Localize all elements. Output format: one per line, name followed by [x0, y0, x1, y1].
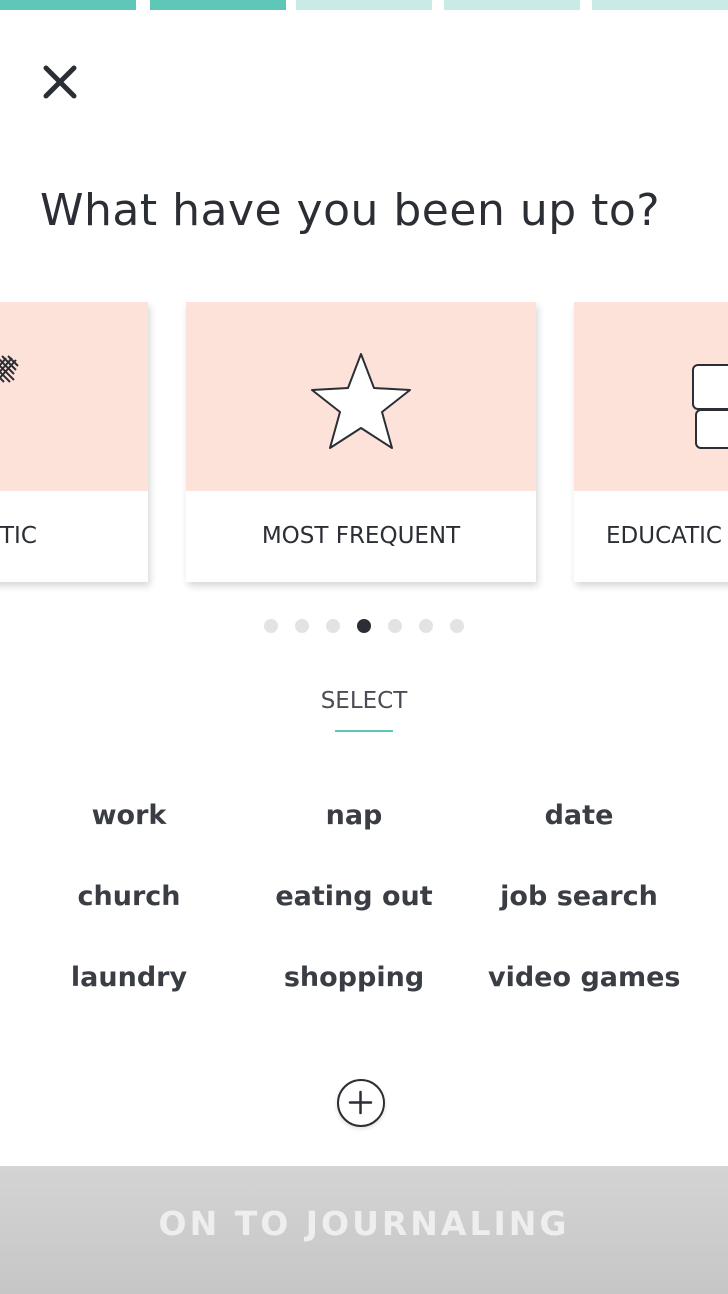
- add-activity-button[interactable]: [337, 1079, 385, 1127]
- activity-option[interactable]: church: [34, 881, 224, 912]
- card-label: TIC: [0, 523, 37, 549]
- category-card[interactable]: TIC: [0, 302, 148, 582]
- activity-option[interactable]: date: [484, 800, 674, 831]
- star-icon: [311, 353, 411, 449]
- tab-select[interactable]: SELECT: [300, 688, 428, 714]
- activity-option[interactable]: video games: [488, 962, 681, 993]
- partial-icon: [0, 355, 19, 383]
- activity-option[interactable]: eating out: [259, 881, 449, 912]
- pagination-dot[interactable]: [357, 619, 371, 633]
- progress-segment: [296, 0, 432, 10]
- plus-icon: [348, 1090, 373, 1115]
- category-carousel[interactable]: TIC MOST FREQUENT EDUCATIC: [0, 302, 728, 592]
- pagination-dot[interactable]: [326, 619, 340, 633]
- book-icon: [692, 364, 728, 449]
- category-card[interactable]: EDUCATIC: [574, 302, 728, 582]
- journaling-button-label: ON TO JOURNALING: [158, 1204, 570, 1243]
- pagination-dot[interactable]: [264, 619, 278, 633]
- progress-segment: [444, 0, 580, 10]
- activity-option[interactable]: job search: [484, 881, 674, 912]
- journaling-button[interactable]: ON TO JOURNALING: [0, 1166, 728, 1294]
- pagination-dot[interactable]: [419, 619, 433, 633]
- progress-bar: [0, 0, 728, 10]
- close-button[interactable]: [40, 62, 80, 102]
- activity-option[interactable]: shopping: [259, 962, 449, 993]
- activity-option[interactable]: work: [34, 800, 224, 831]
- pagination-dot[interactable]: [388, 619, 402, 633]
- activity-option[interactable]: nap: [259, 800, 449, 831]
- progress-segment: [592, 0, 728, 10]
- category-card-most-frequent[interactable]: MOST FREQUENT: [186, 302, 536, 582]
- tab-underline: [335, 730, 393, 732]
- progress-segment: [0, 0, 136, 10]
- card-label: MOST FREQUENT: [261, 523, 461, 549]
- close-icon: [43, 65, 77, 99]
- pagination-dot[interactable]: [295, 619, 309, 633]
- progress-segment: [150, 0, 286, 10]
- pagination-dot[interactable]: [450, 619, 464, 633]
- card-image: [0, 302, 148, 491]
- carousel-pagination: [0, 616, 728, 636]
- page-title: What have you been up to?: [40, 185, 661, 236]
- card-label: EDUCATIC: [606, 523, 722, 549]
- activity-option[interactable]: laundry: [34, 962, 224, 993]
